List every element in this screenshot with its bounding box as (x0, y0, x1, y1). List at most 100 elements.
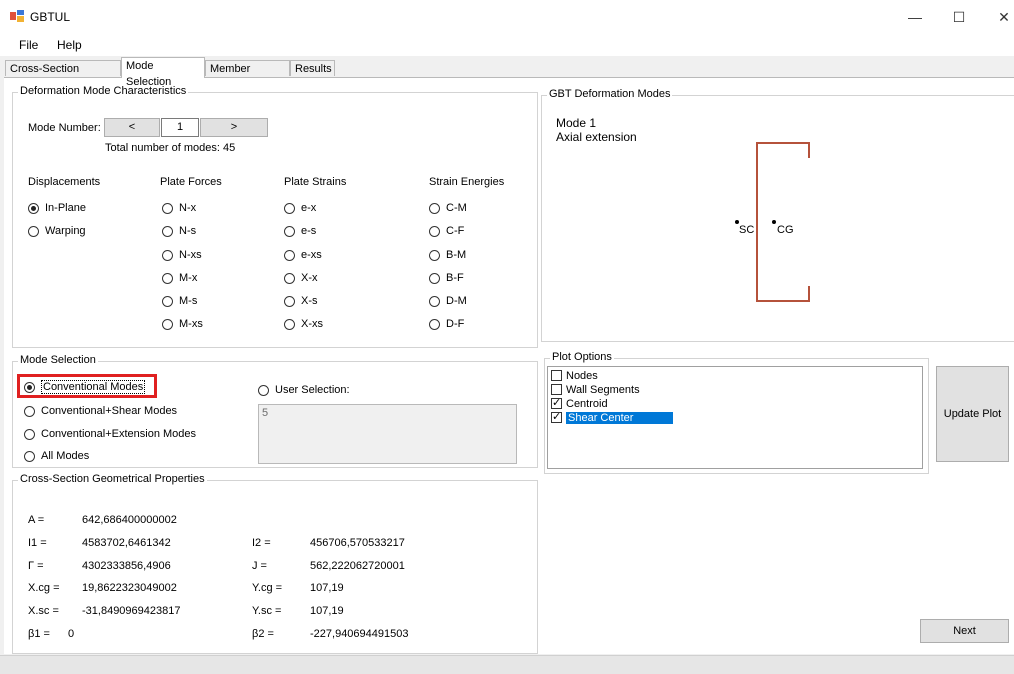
window-title: GBTUL (30, 10, 71, 24)
checkbox[interactable] (551, 370, 562, 381)
mode-title: Mode 1 (556, 116, 597, 130)
maximize-button[interactable]: ☐ (943, 6, 975, 28)
radio-m-s[interactable]: M-s (162, 295, 197, 307)
menu-help[interactable]: Help (57, 38, 82, 52)
radio-n-s[interactable]: N-s (162, 225, 196, 237)
option-label: Centroid (566, 397, 608, 410)
close-button[interactable]: ✕ (988, 6, 1014, 28)
prop-label-beta2: β2 = (252, 628, 274, 640)
radio-m-xs[interactable]: M-xs (162, 318, 203, 330)
radio-dot (284, 272, 295, 284)
option-shear-center[interactable]: Shear Center (551, 410, 674, 424)
sc-label: SC (739, 224, 755, 236)
radio-dot (24, 428, 35, 440)
radio-warping[interactable]: Warping (28, 225, 86, 237)
cross-section-plot (735, 142, 810, 302)
radio-dot (284, 295, 295, 307)
prop-label-xcg: X.cg = (28, 582, 60, 594)
title-bar (0, 0, 1014, 34)
checkbox[interactable] (551, 396, 562, 409)
option-centroid[interactable]: Centroid (551, 396, 608, 410)
radio-d-f[interactable]: D-F (429, 318, 464, 330)
radio-b-m[interactable]: B-M (429, 249, 466, 261)
radio-label: e-xs (301, 249, 322, 261)
radio-dot (429, 202, 440, 214)
displacements-header: Displacements (28, 176, 101, 188)
radio-e-x[interactable]: e-x (284, 202, 316, 214)
checkbox[interactable] (551, 410, 562, 423)
radio-label: User Selection: (275, 384, 350, 396)
next-button[interactable]: Next (920, 619, 1009, 643)
radio-label: e-s (301, 225, 317, 237)
plate-forces-header: Plate Forces (160, 176, 222, 188)
menu-file[interactable]: File (19, 38, 38, 52)
radio-user-selection[interactable]: User Selection: (258, 384, 350, 396)
option-wall-segments[interactable]: Wall Segments (551, 383, 640, 396)
option-nodes[interactable]: Nodes (551, 369, 598, 382)
tab-page: Deformation Mode Characteristics Mode Nu… (4, 77, 1014, 654)
tab-member-analysis[interactable]: Member Analysis (205, 60, 290, 91)
tab-mode-selection[interactable]: Mode Selection (121, 57, 205, 88)
radio-m-x[interactable]: M-x (162, 272, 197, 284)
radio-label: X-s (301, 295, 318, 307)
prop-value-xcg: 19,8622323049002 (82, 582, 177, 594)
minimize-button[interactable]: — (899, 6, 931, 28)
mode-number-field[interactable]: 1 (161, 118, 199, 137)
next-mode-button[interactable]: > (200, 118, 268, 137)
radio-x-xs[interactable]: X-xs (284, 318, 323, 330)
menu-bar (0, 34, 1014, 56)
status-bar (0, 655, 1014, 674)
radio-c-f[interactable]: C-F (429, 225, 464, 237)
radio-label: N-xs (179, 249, 202, 261)
radio-n-x[interactable]: N-x (162, 202, 196, 214)
radio-label: D-M (446, 295, 467, 307)
radio-dot (258, 384, 269, 396)
mode-description: Axial extension (556, 130, 637, 144)
radio-n-xs[interactable]: N-xs (162, 249, 202, 261)
radio-label: N-x (179, 202, 197, 214)
user-selection-textbox[interactable]: 5 (258, 404, 517, 464)
checkbox[interactable] (551, 384, 562, 395)
update-plot-button[interactable]: Update Plot (936, 366, 1009, 462)
prop-label-j: J = (252, 560, 267, 572)
prop-value-beta1: 0 (68, 628, 75, 640)
radio-conventional-extension[interactable]: Conventional+Extension Modes (24, 428, 196, 440)
radio-dot (284, 225, 295, 237)
prev-mode-button[interactable]: < (104, 118, 160, 137)
radio-c-m[interactable]: C-M (429, 202, 467, 214)
radio-dot (162, 202, 173, 214)
radio-in-plane[interactable]: In-Plane (28, 202, 86, 214)
radio-label: D-F (446, 318, 465, 330)
plot-options-group-title: Plot Options (550, 351, 614, 363)
radio-conventional-shear[interactable]: Conventional+Shear Modes (24, 405, 177, 417)
radio-dot (429, 295, 440, 307)
radio-d-m[interactable]: D-M (429, 295, 467, 307)
radio-dot (24, 405, 35, 417)
app-icon (10, 10, 24, 22)
radio-conventional-modes[interactable]: Conventional Modes (24, 380, 146, 394)
radio-dot (284, 318, 295, 330)
option-label: Shear Center (566, 411, 674, 424)
radio-e-s[interactable]: e-s (284, 225, 316, 237)
radio-label: M-x (179, 272, 198, 284)
radio-e-xs[interactable]: e-xs (284, 249, 322, 261)
radio-label: N-s (179, 225, 197, 237)
prop-value-xsc: -31,8490969423817 (82, 605, 181, 617)
cg-label: CG (777, 224, 794, 236)
radio-x-x[interactable]: X-x (284, 272, 318, 284)
prop-value-gamma: 4302333856,4906 (82, 560, 171, 572)
radio-all-modes[interactable]: All Modes (24, 450, 89, 462)
radio-dot (429, 272, 440, 284)
strain-energies-header: Strain Energies (429, 176, 505, 188)
radio-dot (162, 295, 173, 307)
plate-strains-header: Plate Strains (284, 176, 347, 188)
radio-label: B-M (446, 249, 467, 261)
tab-cross-section-analysis[interactable]: Cross-Section Analysis (5, 60, 121, 91)
tab-results[interactable]: Results (290, 60, 335, 76)
prop-label-i1: I1 = (28, 537, 47, 549)
radio-b-f[interactable]: B-F (429, 272, 464, 284)
radio-label: M-xs (179, 318, 203, 330)
radio-x-s[interactable]: X-s (284, 295, 318, 307)
total-modes-text: Total number of modes: 45 (105, 142, 236, 154)
radio-label: All Modes (41, 450, 90, 462)
